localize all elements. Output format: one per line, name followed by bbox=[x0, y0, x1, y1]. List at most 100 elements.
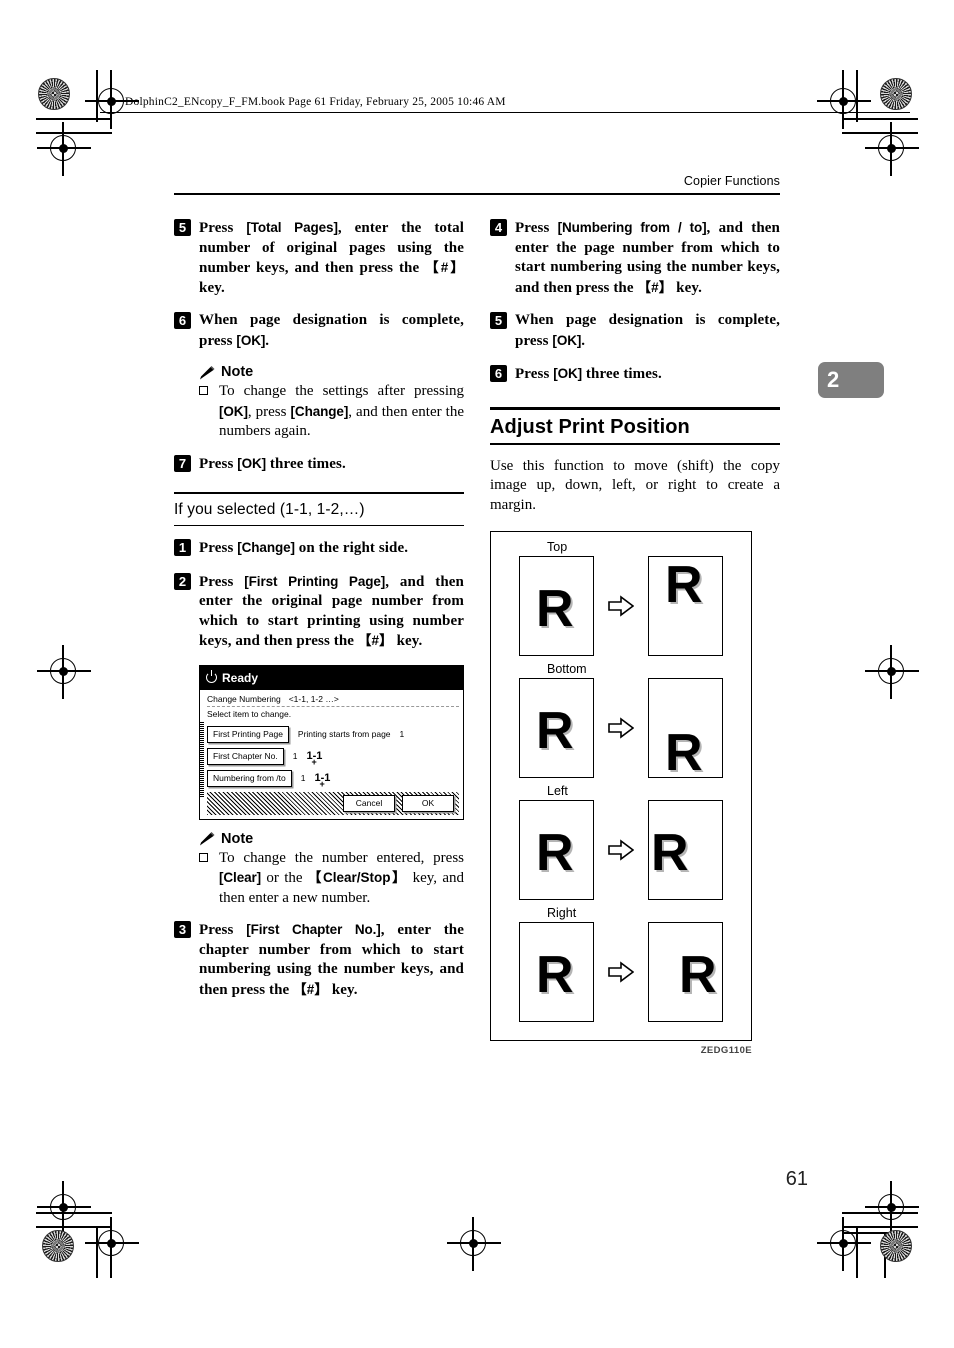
lcd-instruction: Select item to change. bbox=[207, 708, 292, 719]
lcd-ok-button[interactable]: OK bbox=[402, 794, 454, 812]
figure-row: R R bbox=[491, 678, 751, 778]
rule bbox=[490, 406, 780, 410]
crop-line bbox=[96, 70, 98, 122]
caret-marker: + bbox=[319, 778, 325, 789]
document-page: DolphinC2_ENcopy_F_FM.book Page 61 Frida… bbox=[0, 0, 954, 1348]
step-item: 5 Press [Total Pages], enter the total n… bbox=[174, 218, 464, 298]
figure-row: R R bbox=[491, 556, 751, 656]
sheet-before: R bbox=[519, 800, 594, 900]
color-registration-dot bbox=[38, 78, 70, 110]
sheet-before: R bbox=[519, 922, 594, 1022]
note-heading-label: Note bbox=[221, 830, 254, 847]
lcd-button-first-chapter-no[interactable]: First Chapter No. bbox=[207, 747, 284, 765]
letter-r-glyph: R bbox=[536, 580, 574, 638]
note-heading-label: Note bbox=[221, 364, 254, 380]
figure-group-bottom: Bottom R R bbox=[491, 662, 751, 778]
step-text: Press [Total Pages], enter the total num… bbox=[199, 220, 464, 296]
step-text: When page designation is complete, press… bbox=[515, 312, 780, 349]
figure-group-right: Right R R bbox=[491, 906, 751, 1022]
crop-line bbox=[856, 70, 858, 122]
step-item: 4 Press [Numbering from / to], and then … bbox=[490, 218, 780, 298]
subsection-heading: If you selected (1-1, 1-2,…) bbox=[174, 492, 464, 527]
right-column: 4 Press [Numbering from / to], and then … bbox=[490, 218, 780, 1056]
crop-line bbox=[842, 1226, 918, 1228]
crop-line bbox=[36, 118, 112, 120]
square-bullet-icon bbox=[199, 852, 208, 862]
letter-r-glyph: R bbox=[651, 824, 689, 882]
registration-mark bbox=[37, 122, 91, 176]
step-number: 4 bbox=[490, 219, 507, 236]
step-text: Press [Numbering from / to], and then en… bbox=[515, 220, 781, 296]
arrow-right-icon bbox=[608, 595, 635, 617]
figure-group-label: Left bbox=[547, 784, 568, 798]
pencil-icon bbox=[199, 831, 216, 846]
figure-group-left: Left R R bbox=[491, 784, 751, 900]
registration-mark bbox=[447, 1217, 501, 1271]
subsection-title: If you selected (1-1, 1-2,…) bbox=[174, 500, 365, 518]
registration-mark bbox=[85, 1217, 139, 1271]
lcd-row-value: 1 bbox=[399, 729, 405, 740]
step-text: Press [First Printing Page], and then en… bbox=[199, 573, 464, 650]
step-text: Press [OK] three times. bbox=[199, 455, 346, 472]
letter-r-glyph: R bbox=[665, 556, 703, 614]
rule bbox=[174, 492, 464, 494]
step-text: Press [OK] three times. bbox=[515, 366, 662, 382]
step-text: When page designation is complete, press… bbox=[199, 312, 464, 349]
chapter-tab: 2 bbox=[818, 362, 884, 398]
lcd-row-label: 1 bbox=[292, 751, 298, 762]
lcd-title-bar: Ready bbox=[200, 665, 463, 690]
registration-mark bbox=[85, 75, 139, 129]
figure-row: R R bbox=[491, 800, 751, 900]
square-bullet-icon bbox=[199, 386, 208, 395]
page-number: 61 bbox=[785, 1168, 808, 1190]
figure-adjust-print-position: Top R R Bottom R R Left R R Right R R bbox=[490, 531, 752, 1041]
rule bbox=[174, 524, 464, 527]
crop-line bbox=[856, 1226, 858, 1278]
sheet-after: R bbox=[648, 922, 723, 1022]
letter-r-glyph: R bbox=[536, 824, 574, 882]
lcd-scroll-strip bbox=[200, 721, 204, 797]
crop-line bbox=[36, 1226, 112, 1228]
lcd-footer-bar: Cancel OK bbox=[207, 791, 459, 815]
sheet-before: R bbox=[519, 556, 594, 656]
caret-marker: + bbox=[311, 756, 317, 767]
running-head: Copier Functions bbox=[683, 174, 780, 188]
note-item: To change the number entered, press [Cle… bbox=[199, 849, 464, 909]
step-number: 3 bbox=[174, 921, 191, 939]
step-text: Press [Change] on the right side. bbox=[199, 540, 409, 557]
crop-line bbox=[842, 118, 918, 120]
left-column: 5 Press [Total Pages], enter the total n… bbox=[174, 218, 464, 1013]
step-number: 1 bbox=[174, 539, 191, 557]
lcd-dialog-title: Change Numbering <1-1, 1-2 …> bbox=[207, 694, 459, 707]
lcd-row-label: Printing starts from page bbox=[297, 729, 391, 740]
sheet-before: R bbox=[519, 678, 594, 778]
rule bbox=[490, 442, 780, 445]
book-file-header: DolphinC2_ENcopy_F_FM.book Page 61 Frida… bbox=[125, 96, 506, 108]
section-heading: Adjust Print Position bbox=[490, 406, 780, 445]
step-number: 7 bbox=[174, 454, 191, 472]
crop-line bbox=[36, 132, 112, 134]
lcd-button-first-printing-page[interactable]: First Printing Page bbox=[207, 725, 289, 743]
header-rule bbox=[100, 112, 910, 113]
letter-r-glyph: R bbox=[679, 946, 717, 1004]
registration-mark bbox=[865, 1181, 919, 1235]
lcd-option-rows: First Printing Page Printing starts from… bbox=[207, 725, 459, 789]
step-number: 2 bbox=[174, 572, 191, 590]
registration-mark bbox=[37, 645, 91, 699]
lcd-cancel-button[interactable]: Cancel bbox=[343, 794, 395, 812]
step-number: 6 bbox=[174, 312, 191, 329]
lcd-button-numbering-from-to[interactable]: Numbering from /to bbox=[207, 769, 292, 787]
registration-mark bbox=[817, 1217, 871, 1271]
note-block: Note To change the number entered, press… bbox=[199, 831, 464, 909]
sheet-after: R bbox=[648, 678, 723, 778]
letter-r-glyph: R bbox=[536, 702, 574, 760]
step-item: 5 When page designation is complete, pre… bbox=[490, 311, 780, 351]
note-heading: Note bbox=[199, 364, 464, 380]
section-title: Adjust Print Position bbox=[490, 415, 690, 438]
figure-group-label: Right bbox=[547, 906, 577, 920]
figure-code: ZEDG110E bbox=[700, 1045, 752, 1056]
note-item: To change the settings after pressing [O… bbox=[199, 382, 464, 442]
registration-mark bbox=[817, 75, 871, 129]
color-registration-dot bbox=[880, 1230, 912, 1262]
lcd-row: First Printing Page Printing starts from… bbox=[207, 725, 457, 743]
